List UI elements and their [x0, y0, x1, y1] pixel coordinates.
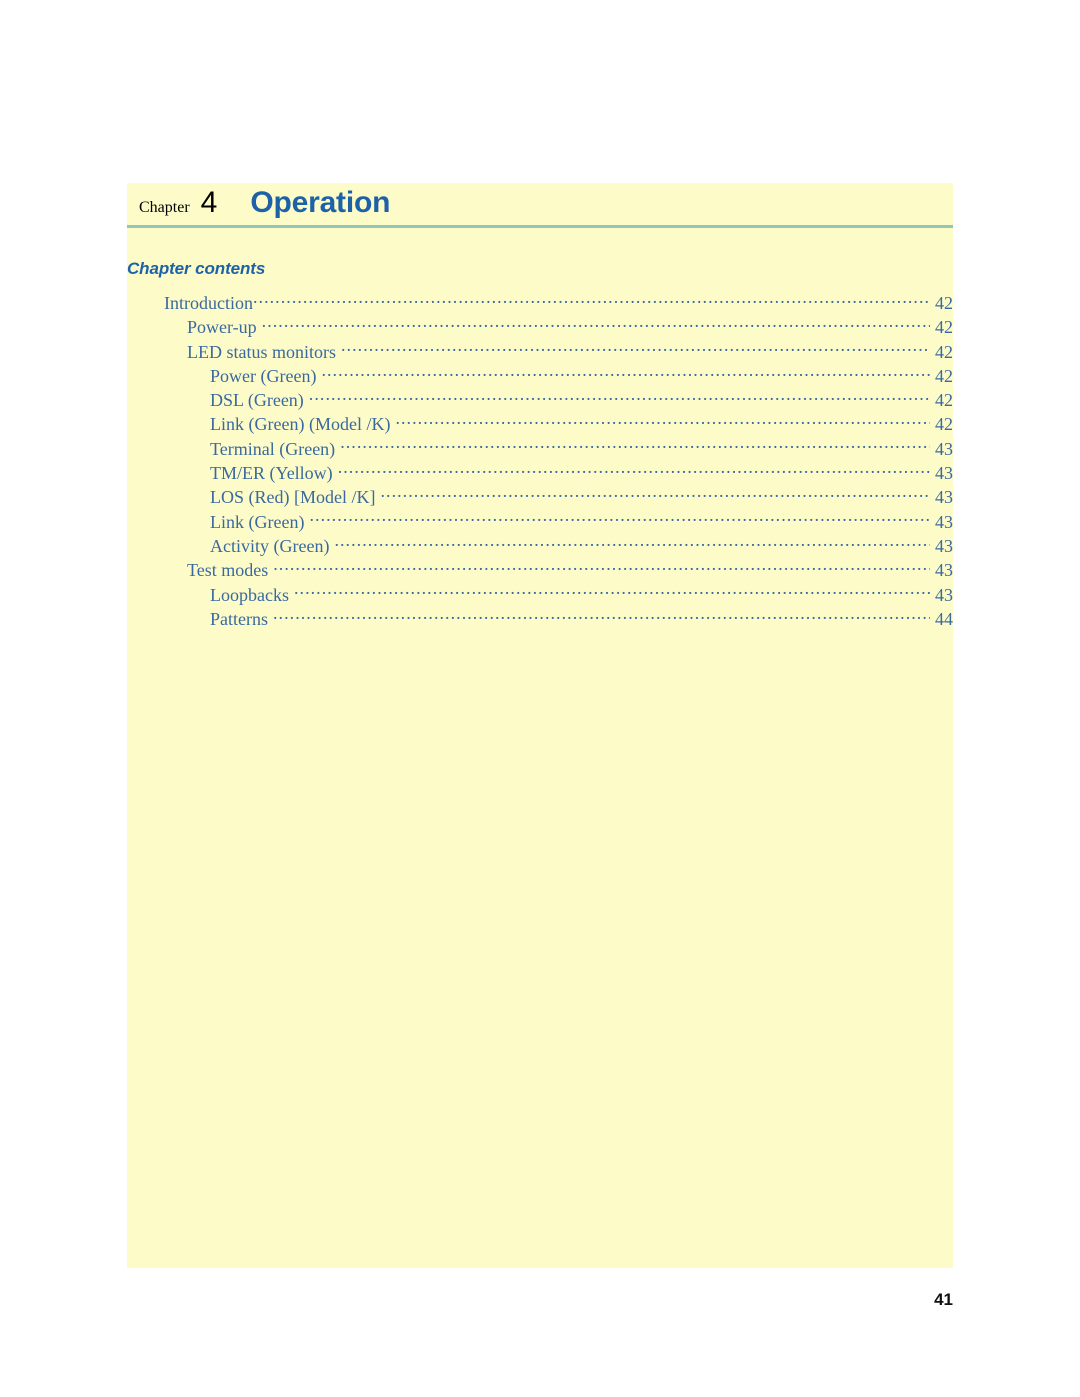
toc-leader-dots	[395, 412, 930, 430]
toc-entry[interactable]: Link (Green) (Model /K) 42	[127, 412, 953, 436]
toc-entry-title: TM/ER (Yellow)	[210, 463, 333, 484]
toc-entry-title: LED status monitors	[187, 341, 336, 362]
chapter-contents-heading: Chapter contents	[127, 259, 266, 278]
toc-leader-dots	[338, 461, 930, 479]
toc-entry[interactable]: LED status monitors 42	[127, 340, 953, 364]
page-number: 41	[934, 1290, 953, 1309]
chapter-name: Operation	[250, 186, 391, 219]
chapter-title: Chapter 4 Operation	[139, 186, 390, 226]
toc-entry-page: 43	[935, 584, 953, 605]
toc-entry-page: 43	[935, 438, 953, 459]
toc-leader-dots	[273, 558, 930, 576]
toc-entry-page: 43	[935, 487, 953, 508]
toc-entry-page: 42	[935, 293, 953, 313]
toc-entry-title: DSL (Green)	[210, 390, 304, 411]
toc-leader-dots	[253, 291, 930, 309]
toc-entry-page: 43	[935, 511, 953, 532]
toc-entry[interactable]: Terminal (Green) 43	[127, 437, 953, 461]
toc-leader-dots	[294, 583, 930, 601]
page-panel: Chapter 4 Operation Chapter contents Int…	[127, 183, 953, 1268]
toc-entry-title: Activity (Green)	[210, 535, 330, 556]
toc-entry[interactable]: Loopbacks 43	[127, 583, 953, 607]
toc-entry[interactable]: Link (Green) 43	[127, 510, 953, 534]
toc-entry[interactable]: Patterns 44	[127, 607, 953, 631]
toc-entry-page: 42	[935, 390, 953, 411]
toc-entry-title: LOS (Red) [Model /K]	[210, 487, 376, 508]
toc-entry[interactable]: DSL (Green) 42	[127, 388, 953, 412]
toc-entry-page: 42	[935, 341, 953, 362]
toc-leader-dots	[340, 437, 930, 455]
chapter-number: 4	[200, 186, 218, 219]
toc-entry[interactable]: Power-up 42	[127, 315, 953, 339]
toc-entry-page: 43	[935, 463, 953, 484]
toc-leader-dots	[334, 534, 930, 552]
toc-entry-title: Link (Green) (Model /K)	[210, 414, 391, 435]
toc-entry[interactable]: TM/ER (Yellow) 43	[127, 461, 953, 485]
toc-leader-dots	[273, 607, 930, 625]
toc-entry[interactable]: Activity (Green) 43	[127, 534, 953, 558]
toc-entry-page: 42	[935, 414, 953, 435]
toc-entry-page: 44	[935, 608, 953, 629]
toc-entry-title: Terminal (Green)	[210, 438, 336, 459]
toc-entry-title: Power (Green)	[210, 365, 317, 386]
toc-entry[interactable]: Introduction 42	[127, 291, 953, 315]
toc-leader-dots	[309, 388, 930, 406]
toc-entry-page: 42	[935, 365, 953, 386]
toc-entry[interactable]: Test modes 43	[127, 558, 953, 582]
toc-entry-title: Power-up	[187, 317, 257, 338]
toc-leader-dots	[262, 315, 930, 333]
toc-leader-dots	[341, 340, 930, 358]
toc-leader-dots	[321, 364, 930, 382]
toc-entry-title: Loopbacks	[210, 584, 289, 605]
toc-entry-page: 42	[935, 317, 953, 338]
toc-entry[interactable]: LOS (Red) [Model /K] 43	[127, 485, 953, 509]
toc-entry-page: 43	[935, 560, 953, 581]
table-of-contents: Introduction42Power-up42LED status monit…	[127, 291, 953, 631]
toc-entry[interactable]: Power (Green) 42	[127, 364, 953, 388]
chapter-label: Chapter	[139, 199, 190, 216]
toc-entry-title: Link (Green)	[210, 511, 305, 532]
title-divider	[127, 225, 953, 228]
toc-entry-title: Introduction	[164, 293, 253, 313]
toc-entry-title: Test modes	[187, 560, 269, 581]
toc-entry-title: Patterns	[210, 608, 268, 629]
toc-leader-dots	[309, 510, 930, 528]
toc-leader-dots	[380, 485, 930, 503]
toc-entry-page: 43	[935, 535, 953, 556]
